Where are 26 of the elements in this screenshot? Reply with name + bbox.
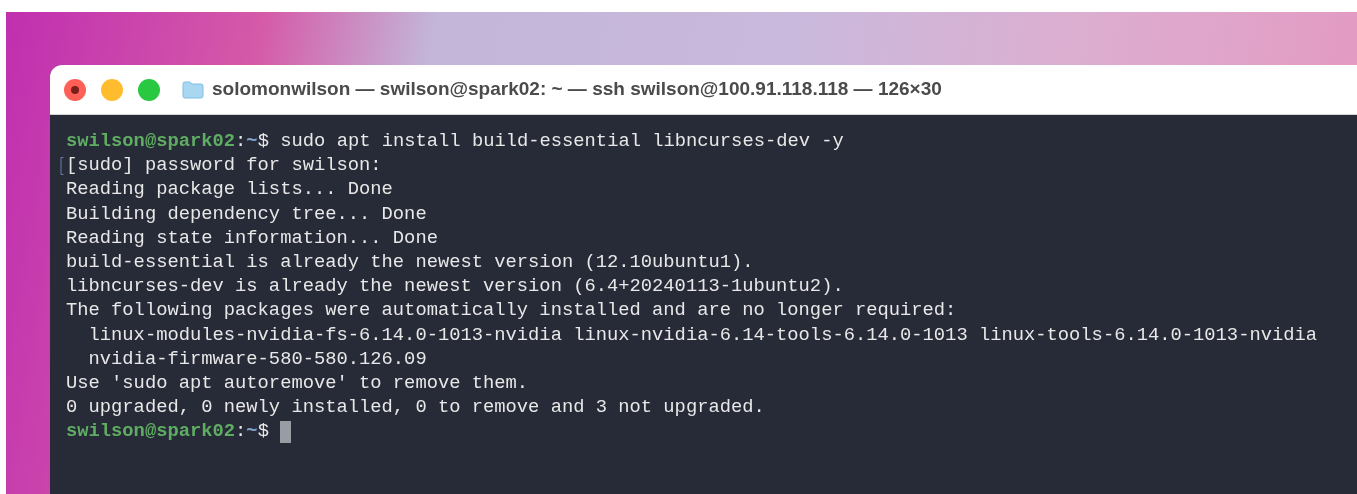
minimize-button[interactable] xyxy=(101,78,123,101)
prompt-symbol: $ xyxy=(257,419,269,444)
prompt-path: ~ xyxy=(246,419,258,444)
prompt-path: ~ xyxy=(246,129,258,154)
output-line: Building dependency tree... Done xyxy=(66,201,427,226)
output-line: linux-modules-nvidia-fs-6.14.0-1013-nvidia linux-nvidia-6.14-tools-6.14.0-1013 linux-tools-6.14.0-1013-nvidia xyxy=(87,322,1318,347)
output-line: 0 upgraded, 0 newly installed, 0 to remove and 3 not upgraded. xyxy=(66,395,765,420)
output-line: [sudo] password for swilson: xyxy=(66,153,382,178)
output-line: libncurses-dev is already the newest version (6.4+20240113-1ubuntu2). xyxy=(66,274,844,299)
close-button[interactable] xyxy=(64,78,86,101)
prompt-user-host: swilson@spark02 xyxy=(66,129,236,154)
output-line: Use 'sudo apt autoremove' to remove them. xyxy=(66,370,529,396)
command-text: sudo apt install build-essential libncurses-dev -y xyxy=(280,129,844,154)
prompt-separator: : xyxy=(235,419,247,444)
output-line: build-essential is already the newest version (12.10ubuntu1). xyxy=(66,249,754,275)
prompt-symbol: $ xyxy=(257,129,269,154)
zoom-button[interactable] xyxy=(138,78,160,101)
output-line: nvidia-firmware-580-580.126.09 xyxy=(87,346,427,371)
window-title: solomonwilson — swilson@spark02: ~ — ssh swilson@100.91.118.118 — 126×30 xyxy=(212,77,942,102)
folder-icon xyxy=(182,80,204,99)
prompt-separator: : xyxy=(235,129,247,154)
prompt-user-host: swilson@spark02 xyxy=(66,419,236,444)
output-line: The following packages were automatically installed and are no longer required: xyxy=(66,298,957,323)
output-line: Reading state information... Done xyxy=(66,225,438,250)
output-line: Reading package lists... Done xyxy=(66,177,393,202)
dot-icon xyxy=(71,85,79,94)
